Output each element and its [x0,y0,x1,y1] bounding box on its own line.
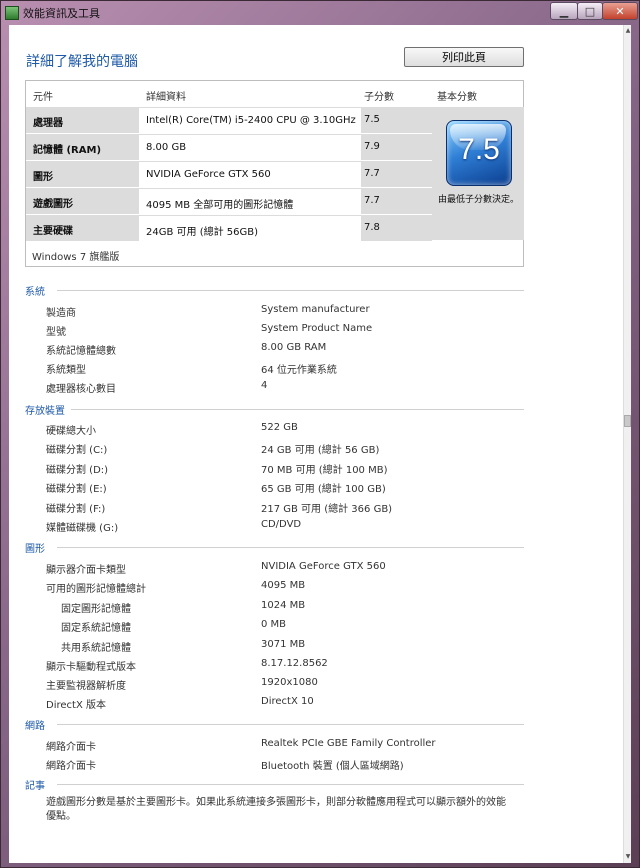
section-divider [57,724,524,725]
scroll-down-arrow-icon[interactable]: ▼ [624,853,631,861]
system-value-manufacturer: System manufacturer [261,304,370,315]
storage-label-g: 媒體磁碟機 (G:) [46,523,119,534]
section-divider [57,290,524,291]
score-row-gaming-graphics: 遊戲圖形 4095 MB 全部可用的圖形記憶體 7.7 [26,188,432,214]
component-detail: Intel(R) Core(TM) i5-2400 CPU @ 3.10GHz [139,107,361,133]
storage-value-d: 70 MB 可用 (總計 100 MB) [261,465,388,476]
component-label: 處理器 [33,118,63,129]
section-title-system: 系統 [25,287,45,298]
storage-label-d: 磁碟分割 (D:) [46,465,109,476]
network-value-adapter-2: Bluetooth 裝置 (個人區域網路) [261,761,404,772]
header-base-score: 基本分數 [437,92,477,103]
component-subscore: 7.5 [364,114,380,125]
graphics-value-resolution: 1920x1080 [261,677,318,688]
component-subscore: 7.9 [364,141,380,152]
system-label-memory: 系統記憶體總數 [46,346,116,357]
section-title-graphics: 圖形 [25,544,45,555]
component-subscore: 7.7 [364,195,380,206]
scroll-up-arrow-icon[interactable]: ▲ [624,27,631,35]
minimize-button[interactable]: ▁ [550,2,578,20]
app-icon [5,6,19,20]
graphics-value-directx: DirectX 10 [261,696,314,707]
score-table-header: 元件 詳細資料 子分數 基本分數 [26,81,523,107]
system-label-manufacturer: 製造商 [46,308,76,319]
storage-value-g: CD/DVD [261,519,302,530]
window-title: 效能資訊及工具 [23,7,100,20]
storage-value-c: 24 GB 可用 (總計 56 GB) [261,445,380,456]
system-value-model: System Product Name [261,323,373,334]
network-value-adapter-1: Realtek PCIe GBE Family Controller [261,738,436,749]
title-bar[interactable]: 效能資訊及工具 ▁ □ ✕ [1,1,639,25]
network-label-adapter-1: 網路介面卡 [46,742,96,753]
base-score-badge-icon: 7.5 [446,120,512,186]
system-value-cores: 4 [261,380,268,391]
header-details: 詳細資料 [146,92,186,103]
score-table: 元件 詳細資料 子分數 基本分數 處理器 Intel(R) Core(TM) i… [25,80,524,267]
component-subscore: 7.7 [364,168,380,179]
component-subscore: 7.8 [364,222,380,233]
vertical-scrollbar[interactable]: ▲ ▼ [623,25,631,863]
section-title-storage: 存放裝置 [25,406,65,417]
storage-value-total: 522 GB [261,422,298,433]
component-detail: 24GB 可用 (總計 56GB) [139,215,361,241]
app-window: 效能資訊及工具 ▁ □ ✕ 詳細了解我的電腦 列印此頁 元件 詳細資料 子分數 … [0,0,640,868]
storage-value-f: 217 GB 可用 (總計 366 GB) [261,504,393,515]
score-row-processor: 處理器 Intel(R) Core(TM) i5-2400 CPU @ 3.10… [26,107,432,133]
header-component: 元件 [33,92,53,103]
system-value-type: 64 位元作業系統 [261,365,337,376]
storage-label-f: 磁碟分割 (F:) [46,504,106,515]
scroll-thumb[interactable] [624,415,631,427]
print-page-button[interactable]: 列印此頁 [404,47,524,67]
component-detail: NVIDIA GeForce GTX 560 [139,161,361,187]
component-label: 圖形 [33,172,53,183]
windows-edition: Windows 7 旗艦版 [32,252,120,263]
graphics-value-adapter: NVIDIA GeForce GTX 560 [261,561,386,572]
section-divider [57,784,524,785]
page-content: 詳細了解我的電腦 列印此頁 元件 詳細資料 子分數 基本分數 處理器 Intel… [9,25,631,863]
graphics-label-dedicated: 固定圖形記憶體 [61,604,131,615]
graphics-label-shared: 共用系統記憶體 [61,643,131,654]
maximize-button[interactable]: □ [577,2,603,20]
component-label: 遊戲圖形 [33,199,73,210]
notes-text: 遊戲圖形分數是基於主要圖形卡。如果此系統連接多張圖形卡，則部分軟體應用程式可以顯… [46,797,506,822]
score-row-graphics: 圖形 NVIDIA GeForce GTX 560 7.7 [26,161,432,187]
system-label-model: 型號 [46,327,66,338]
component-label: 記憶體 (RAM) [33,145,102,156]
section-divider [71,409,524,410]
storage-value-e: 65 GB 可用 (總計 100 GB) [261,484,386,495]
base-score-value: 7.5 [458,133,500,166]
storage-label-total: 硬碟總大小 [46,426,96,437]
graphics-label-directx: DirectX 版本 [46,700,106,711]
graphics-value-system-dedicated: 0 MB [261,619,287,630]
section-title-notes: 記事 [25,781,45,792]
graphics-label-adapter: 顯示器介面卡類型 [46,565,126,576]
section-divider [57,547,524,548]
graphics-label-resolution: 主要監視器解析度 [46,681,126,692]
storage-label-c: 磁碟分割 (C:) [46,445,108,456]
base-score-panel: 7.5 由最低子分數決定。 [432,107,524,240]
system-value-memory: 8.00 GB RAM [261,342,327,353]
close-button[interactable]: ✕ [602,2,638,20]
storage-label-e: 磁碟分割 (E:) [46,484,107,495]
graphics-value-shared: 3071 MB [261,639,306,650]
graphics-value-dedicated: 1024 MB [261,600,306,611]
graphics-label-driver: 顯示卡驅動程式版本 [46,662,136,673]
graphics-label-system-dedicated: 固定系統記憶體 [61,623,131,634]
component-label: 主要硬碟 [33,226,73,237]
network-label-adapter-2: 網路介面卡 [46,761,96,772]
component-detail: 4095 MB 全部可用的圖形記憶體 [139,188,361,214]
header-subscore: 子分數 [364,92,394,103]
component-detail: 8.00 GB [139,134,361,160]
system-label-type: 系統類型 [46,365,86,376]
graphics-value-driver: 8.17.12.8562 [261,658,328,669]
base-score-caption: 由最低子分數決定。 [438,195,520,205]
graphics-value-total-memory: 4095 MB [261,580,306,591]
system-label-cores: 處理器核心數目 [46,384,116,395]
section-title-network: 網路 [25,721,45,732]
score-row-primary-disk: 主要硬碟 24GB 可用 (總計 56GB) 7.8 [26,215,432,241]
score-row-memory: 記憶體 (RAM) 8.00 GB 7.9 [26,134,432,160]
page-title: 詳細了解我的電腦 [26,54,138,70]
graphics-label-total-memory: 可用的圖形記憶體總計 [46,584,146,595]
